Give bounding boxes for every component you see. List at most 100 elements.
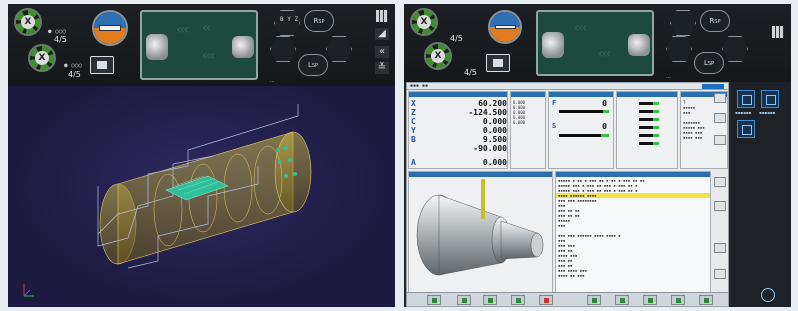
- rsp-button[interactable]: RSP: [700, 10, 730, 32]
- lsp-sub: SP: [311, 63, 319, 69]
- app-tile-1[interactable]: [737, 90, 755, 108]
- load-bar: [639, 118, 659, 121]
- softkey-save[interactable]: [587, 295, 601, 305]
- axis-hex-bz[interactable]: [670, 10, 696, 36]
- vertical-softkey[interactable]: [714, 201, 726, 211]
- app-tile-2[interactable]: [761, 90, 779, 108]
- program-line: ▪▪▪▪ ▪▪ ▪▪▪: [558, 273, 585, 278]
- softkey-step[interactable]: [457, 295, 471, 305]
- vertical-softkey[interactable]: [714, 113, 726, 123]
- vertical-softkey[interactable]: [714, 93, 726, 103]
- distance-to-go-window: 0.000 0.000 0.000 0.000 0.000: [510, 91, 546, 169]
- chevron-down-icon[interactable]: ≚: [375, 62, 389, 74]
- vertical-softkey[interactable]: [714, 269, 726, 279]
- home-icon[interactable]: [761, 288, 775, 302]
- chevron-left-icon: ‹‹: [202, 20, 211, 36]
- axis-selector-wheel-2[interactable]: X: [28, 44, 56, 72]
- axis-hex-yc[interactable]: [722, 36, 748, 62]
- axis-selector-wheel-1[interactable]: X: [410, 8, 438, 36]
- load-bar: [639, 134, 659, 137]
- axis-b2-row: -90.000: [411, 144, 507, 153]
- distance-values: 0.000 0.000 0.000 0.000 0.000: [513, 100, 526, 125]
- chuck-view: ‹‹‹ ‹‹‹: [536, 10, 654, 76]
- axis-selector-wheel-1[interactable]: X: [14, 8, 42, 36]
- turning-part-render: [416, 179, 544, 276]
- tile-label: ▪▪▪▪▪▪: [759, 110, 776, 115]
- right-screen: X 4/5 X 4/5 ‹‹‹ ‹‹‹ RSP LSP ... ▪▪▪ ▪▪ X…: [404, 4, 791, 307]
- axis-label: A: [411, 158, 416, 167]
- 3d-simulation-viewport[interactable]: [8, 86, 395, 307]
- axis-label: Z: [411, 108, 416, 117]
- axis-value: -124.500: [468, 108, 507, 117]
- load-bar: [639, 142, 659, 145]
- position-window: X 60.200 Z -124.500 C 0.000 Y 0.000 B 9.500 -…: [408, 91, 508, 169]
- axis-hub-label: X: [431, 49, 445, 63]
- axis-hex-yc[interactable]: [326, 36, 352, 62]
- axis-value: 9.500: [482, 135, 507, 144]
- softkey-next[interactable]: [483, 295, 497, 305]
- override-fraction-2: 4/5: [464, 68, 477, 77]
- softkey-play[interactable]: [427, 295, 441, 305]
- grid-menu-icon[interactable]: [772, 26, 784, 38]
- softkey-open[interactable]: [615, 295, 629, 305]
- softkey-fast[interactable]: [511, 295, 525, 305]
- cnc-control-screen: ▪▪▪ ▪▪ X 60.200 Z -124.500 C 0.000 Y 0.000 B…: [406, 82, 729, 307]
- override-fraction-1: 4/5: [450, 34, 463, 43]
- axis-hex-label: B Y Z: [280, 16, 299, 23]
- lsp-button[interactable]: LSP: [694, 52, 724, 74]
- rsp-sub: SP: [318, 19, 325, 25]
- triangle-icon[interactable]: ◢: [375, 28, 389, 40]
- axis-label: Y: [411, 126, 416, 135]
- axis-hex-xc[interactable]: [270, 36, 296, 62]
- status-header: X ● ○○○ 4/5 X ● ○○○ 4/5 ‹‹‹ ‹‹‹ ‹‹ B Y Z…: [8, 4, 395, 86]
- axis-selector-wheel-2[interactable]: X: [424, 42, 452, 70]
- program-line: ▪▪▪: [558, 223, 566, 228]
- right-chuck: [628, 34, 650, 56]
- axis-c-row: C 0.000: [411, 117, 507, 126]
- axis-hub-label: X: [21, 15, 35, 29]
- softkey-more[interactable]: [699, 295, 713, 305]
- axis-hex-xc[interactable]: [666, 36, 692, 62]
- monitor-icon[interactable]: [486, 54, 510, 72]
- rsp-button[interactable]: RSP: [304, 10, 334, 32]
- axis-value: 60.200: [478, 99, 507, 108]
- rewind-icon[interactable]: «: [375, 46, 389, 58]
- override-label: ● ○○○: [64, 62, 83, 69]
- axis-label: B: [411, 135, 416, 144]
- load-meter-window: [616, 91, 678, 169]
- softkey-edit[interactable]: [643, 295, 657, 305]
- axis-value: 0.000: [482, 158, 507, 167]
- app-tile-3[interactable]: [737, 120, 755, 138]
- right-chuck: [232, 36, 254, 58]
- monitor-icon[interactable]: [90, 56, 114, 74]
- override-fraction-2: 4/5: [68, 70, 81, 79]
- load-bar: [639, 102, 659, 105]
- part-wireframe: [23, 104, 312, 297]
- axis-z-row: Z -124.500: [411, 108, 507, 117]
- app-side-panel: ▪▪▪▪▪▪ ▪▪▪▪▪▪: [731, 82, 791, 307]
- axis-hub-label: X: [35, 51, 49, 65]
- axis-hex-bz[interactable]: [274, 10, 300, 36]
- axis-hub-label: X: [417, 15, 431, 29]
- lsp-sub: SP: [707, 61, 715, 67]
- axis-b-row: B 9.500: [411, 135, 507, 144]
- lsp-button[interactable]: LSP: [298, 54, 328, 76]
- cnc-title-bar: ▪▪▪ ▪▪: [407, 83, 728, 90]
- vertical-softkey[interactable]: [714, 135, 726, 145]
- vertical-softkey[interactable]: [714, 243, 726, 253]
- feed-bar: [559, 110, 609, 113]
- brand-logo: [702, 84, 724, 89]
- softkey-options[interactable]: [671, 295, 685, 305]
- tile-label: ▪▪▪▪▪▪: [735, 110, 752, 115]
- machining-simulation[interactable]: [408, 171, 553, 293]
- vertical-softkey[interactable]: [714, 177, 726, 187]
- feed-value: 0: [602, 99, 607, 108]
- nc-program-listing[interactable]: ▪▪▪▪▪ ▪-▪▪ ▪-▪▪▪ ▪▪ ▪-▪▪ ▪-▪▪▪ ▪▪ ▪▪ ▪▪▪…: [555, 171, 711, 293]
- softkey-stop[interactable]: [539, 295, 553, 305]
- remaining-time-status: ...: [666, 74, 671, 80]
- tool-data-text: T ▪▪▪▪▪ ▪▪▪ ▪▪▪▪▪▪▪ ▪▪▪▪▪ ▪▪▪ ▪▪▪▪ ▪▪▪ ▪…: [683, 100, 705, 140]
- grid-menu-icon[interactable]: [376, 10, 388, 22]
- left-screen: X ● ○○○ 4/5 X ● ○○○ 4/5 ‹‹‹ ‹‹‹ ‹‹ B Y Z…: [8, 4, 395, 307]
- chevron-left-icon: ‹‹‹: [176, 22, 189, 38]
- axis-a-row: A 0.000: [411, 158, 507, 167]
